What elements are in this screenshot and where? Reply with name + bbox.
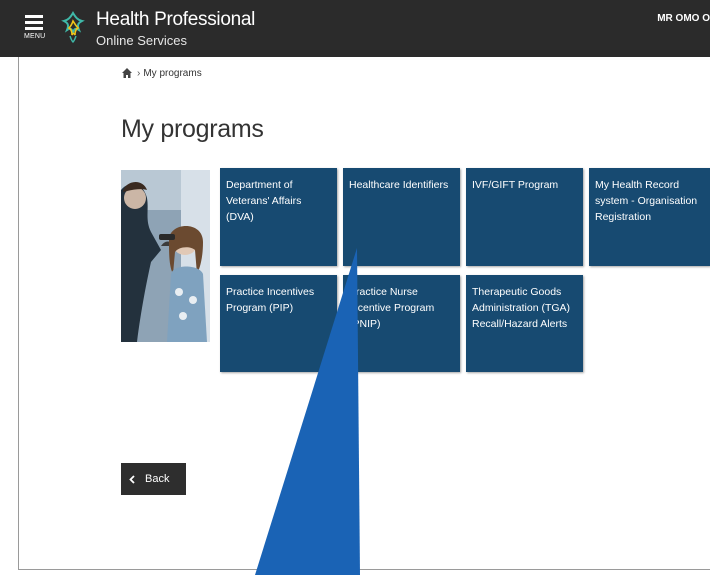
- back-button-label: Back: [145, 473, 170, 485]
- breadcrumb-current: My programs: [143, 67, 202, 79]
- top-bar: MENU Health Professional Online Services…: [0, 0, 710, 57]
- programs-photo: [121, 170, 210, 342]
- program-tile-tga[interactable]: Therapeutic Goods Administration (TGA) R…: [466, 275, 583, 372]
- logo-icon: [61, 11, 85, 43]
- user-name[interactable]: MR OMO O: [657, 13, 710, 24]
- program-tile-healthcare-identifiers[interactable]: Healthcare Identifiers: [343, 168, 460, 266]
- chevron-left-icon: [129, 474, 135, 484]
- brand-subtitle: Online Services: [96, 33, 188, 48]
- menu-button[interactable]: MENU: [24, 8, 50, 52]
- back-button[interactable]: Back: [121, 463, 186, 495]
- brand-title: Health Professional: [96, 9, 256, 30]
- program-tile-my-health-record[interactable]: My Health Record system - Organisation R…: [589, 168, 710, 266]
- home-icon[interactable]: [121, 67, 133, 79]
- menu-label: MENU: [24, 33, 46, 40]
- program-tile-pip[interactable]: Practice Incentives Program (PIP): [220, 275, 337, 372]
- program-tile-pnip[interactable]: Practice Nurse Incentive Program (PNIP): [343, 275, 460, 372]
- breadcrumb: › My programs: [121, 67, 202, 79]
- program-tile-dva[interactable]: Department of Veterans' Affairs (DVA): [220, 168, 337, 266]
- hamburger-icon: [24, 8, 50, 30]
- breadcrumb-separator: ›: [137, 67, 141, 79]
- program-tile-ivf-gift[interactable]: IVF/GIFT Program: [466, 168, 583, 266]
- page-title: My programs: [121, 115, 264, 143]
